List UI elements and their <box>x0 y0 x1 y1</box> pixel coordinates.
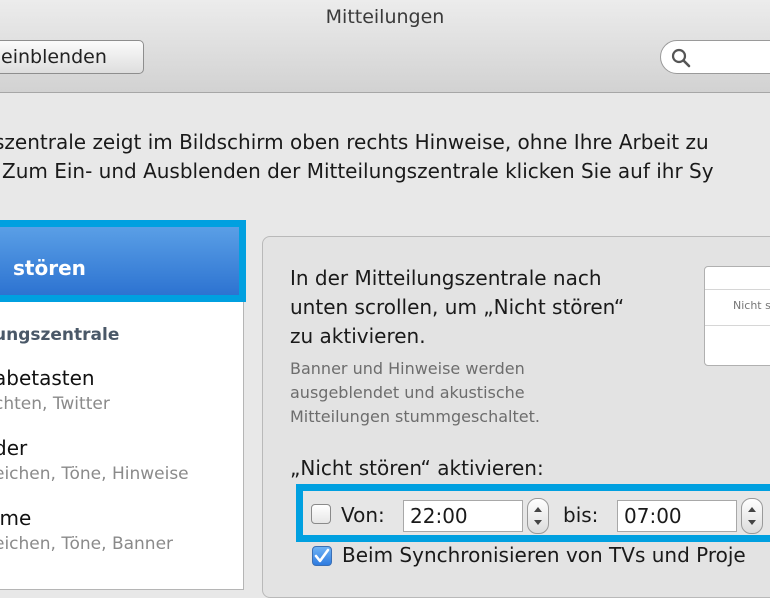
sidebar-item-label: stören <box>13 256 86 280</box>
sidebar-item-subtitle: eichen, Töne, Banner <box>0 534 174 554</box>
description-line: Zum Ein- und Ausblenden der Mitteilungsz… <box>2 159 714 183</box>
stepper-arrows-icon <box>534 507 542 525</box>
hint-line: ausgeblendet und akustische <box>290 383 525 402</box>
sidebar-item-nicht-storen[interactable]: stören <box>0 220 246 302</box>
checkmark-icon <box>314 548 330 563</box>
description-line: szentrale zeigt im Bildschirm oben recht… <box>0 130 709 154</box>
to-time-field[interactable]: 07:00 <box>617 500 737 532</box>
from-time-field[interactable]: 22:00 <box>403 500 523 532</box>
preview-label: Nicht s <box>733 299 770 312</box>
sidebar-item[interactable]: ime eichen, Töne, Banner <box>0 506 173 554</box>
schedule-row: Von: 22:00 bis: 07:00 <box>296 484 770 542</box>
pane-description: szentrale zeigt im Bildschirm oben recht… <box>0 128 714 186</box>
sidebar-item-subtitle: eichen, Töne, Hinweise <box>0 464 189 484</box>
sidebar-item-title: abetasten <box>0 366 95 390</box>
sidebar-item[interactable]: der eichen, Töne, Hinweise <box>0 436 189 484</box>
sync-checkbox[interactable] <box>312 546 332 566</box>
from-time-stepper[interactable] <box>527 498 549 534</box>
stepper-arrows-icon <box>748 507 756 525</box>
sidebar-heading: ungszentrale <box>0 325 120 345</box>
schedule-checkbox[interactable] <box>311 504 331 524</box>
show-all-button[interactable]: einblenden <box>0 40 144 74</box>
hint-line: Mitteilungen stummgeschaltet. <box>290 407 540 426</box>
toolbar: Mitteilungen einblenden <box>0 0 770 93</box>
intro-text: In der Mitteilungszentrale nach unten sc… <box>290 264 690 351</box>
sidebar-item-title: der <box>0 436 28 460</box>
hint-text: Banner und Hinweise werden ausgeblendet … <box>290 357 620 429</box>
sidebar-item[interactable]: abetasten chten, Twitter <box>0 366 110 414</box>
preview-image: Nicht s <box>704 266 770 366</box>
intro-line: In der Mitteilungszentrale nach <box>290 266 602 290</box>
sync-label: Beim Synchronisieren von TVs und Proje <box>342 543 746 567</box>
intro-line: zu aktivieren. <box>290 324 426 348</box>
search-field[interactable] <box>660 40 770 74</box>
search-icon <box>671 48 691 68</box>
sidebar-item-title: ime <box>0 506 32 530</box>
to-label: bis: <box>563 503 599 527</box>
sidebar-item-subtitle: chten, Twitter <box>0 394 110 414</box>
hint-line: Banner und Hinweise werden <box>290 359 525 378</box>
from-label: Von: <box>341 503 385 527</box>
to-time-stepper[interactable] <box>741 498 763 534</box>
intro-line: unten scrollen, um „Nicht stören“ <box>290 295 625 319</box>
window-title: Mitteilungen <box>325 6 445 28</box>
activate-label: „Nicht stören“ aktivieren: <box>290 456 544 480</box>
